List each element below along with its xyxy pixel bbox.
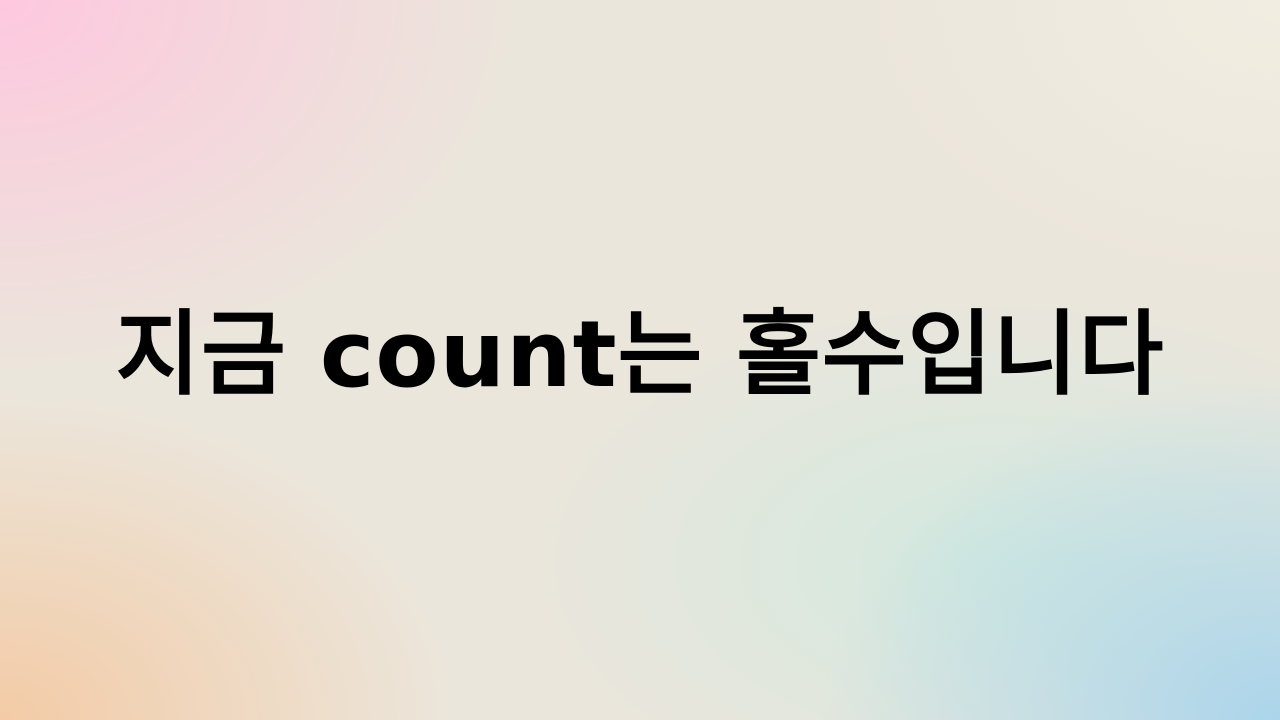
status-message: 지금 count는 홀수입니다 bbox=[115, 301, 1165, 408]
